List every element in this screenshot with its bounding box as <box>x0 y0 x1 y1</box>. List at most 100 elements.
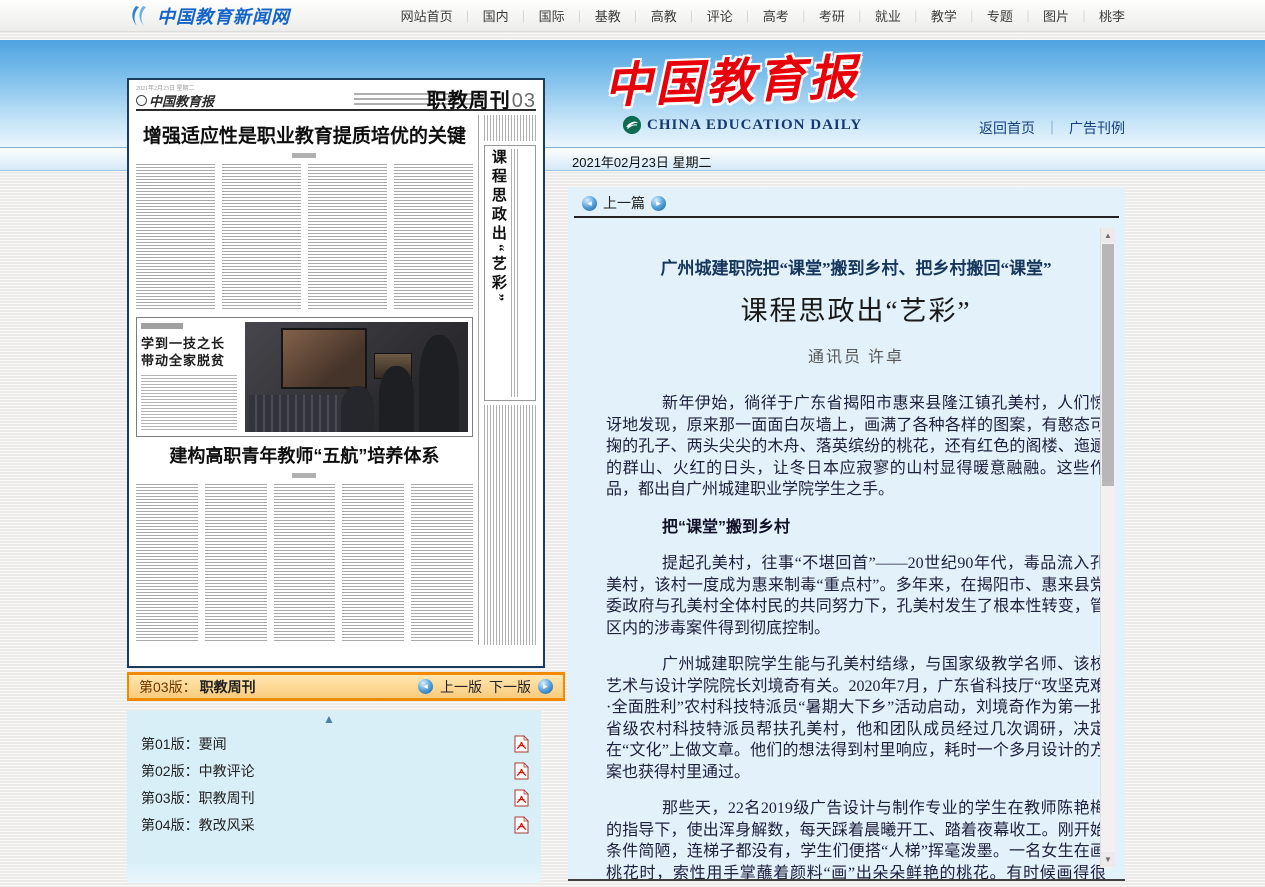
article-panel: 上一篇 广州城建职院把“课堂”搬到乡村、把乡村搬回“课堂” 课程思政出“艺彩” … <box>568 187 1125 881</box>
scrollbar-down-button[interactable] <box>1101 852 1115 867</box>
photo-figure <box>341 386 374 432</box>
paper-headline-1: 增强适应性是职业教育提质培优的关键 <box>136 121 473 148</box>
paper-masthead-row: 2021年2月23日 星期二 中国教育报 职教周刊03 <box>136 85 536 109</box>
nav-item[interactable]: 网站首页 <box>401 6 453 25</box>
paper-logo-icon <box>136 95 147 106</box>
list-item: 第02版：中教评论 <box>141 760 529 782</box>
text-lines <box>308 164 387 310</box>
article-toolbar: 上一篇 <box>582 193 666 213</box>
vertical-text-lines <box>511 149 520 397</box>
newspaper-page-image[interactable]: 2021年2月23日 星期二 中国教育报 职教周刊03 增强适应性是职业教育提质… <box>127 78 545 668</box>
current-page-bar: 第03版：职教周刊 上一版 下一版 <box>127 672 565 701</box>
page: 中国教育新闻网 网站首页 国内 国际 基教 高教 评论 高考 考研 就业 教学 … <box>0 0 1265 887</box>
prev-version-link[interactable]: 上一版 <box>440 677 482 697</box>
pages-list-panel: 第01版：要闻 第02版：中教评论 第03版：职教周刊 第 <box>127 711 541 883</box>
photo-figure <box>379 366 415 432</box>
paper-headline-2: 建构高职青年教师“五航”培养体系 <box>136 442 473 468</box>
nav-item[interactable]: 考研 <box>789 6 845 25</box>
site-logo-icon <box>128 5 152 27</box>
paper-feature-box: 学到一技之长 带动全家脱贫 <box>136 317 473 437</box>
scrollbar-up-button[interactable] <box>1101 228 1115 243</box>
prev-article-icon[interactable] <box>582 196 597 211</box>
text-lines <box>141 375 237 431</box>
photo-monitor <box>281 328 367 389</box>
article-paragraph: 广州城建职院学生能与孔美村结缘，与国家级教学名师、该校艺术与设计学院院长刘境奇有… <box>606 654 1106 783</box>
ads-link[interactable]: 广告刊例 <box>1069 118 1125 138</box>
brand-en-text: CHINA EDUCATION DAILY <box>647 117 862 134</box>
prev-article-link[interactable]: 上一篇 <box>603 193 645 213</box>
prev-version-icon[interactable] <box>418 679 433 694</box>
text-lines <box>411 484 473 642</box>
scrollbar-thumb[interactable] <box>1102 244 1114 486</box>
paper-text-columns <box>136 484 473 642</box>
nav-item[interactable]: 图片 <box>1013 6 1069 25</box>
site-logo[interactable]: 中国教育新闻网 <box>128 3 290 29</box>
pdf-icon[interactable] <box>514 816 529 834</box>
paper-columns: 增强适应性是职业教育提质培优的关键 学到一技之长 带动全家 <box>136 115 536 645</box>
text-lines <box>136 164 215 310</box>
nav-item[interactable]: 评论 <box>677 6 733 25</box>
next-version-icon[interactable] <box>538 679 553 694</box>
paper-text-columns <box>136 164 473 310</box>
home-link[interactable]: 返回首页 <box>979 118 1035 138</box>
nav-item[interactable]: 基教 <box>565 6 621 25</box>
nav-item[interactable]: 高教 <box>621 6 677 25</box>
pdf-icon[interactable] <box>514 735 529 753</box>
nav-item[interactable]: 高考 <box>733 6 789 25</box>
text-lines <box>274 484 336 642</box>
vertical-text-lines <box>484 405 536 645</box>
main-menu: 网站首页 国内 国际 基教 高教 评论 高考 考研 就业 教学 专题 图片 桃李 <box>401 0 1125 31</box>
paper-feature-title-line1: 学到一技之长 <box>141 336 225 351</box>
current-page-title: 职教周刊 <box>200 679 256 695</box>
article-text: 新年伊始，徜徉于广东省揭阳市惠来县隆江镇孔美村，人们惊讶地发现，原来那一面面白灰… <box>606 393 1106 879</box>
nav-item[interactable]: 就业 <box>845 6 901 25</box>
collapse-arrow-icon[interactable] <box>323 712 335 726</box>
scrollbar[interactable] <box>1100 228 1115 868</box>
text-lines <box>394 164 473 310</box>
page-link[interactable]: 第03版：职教周刊 <box>141 788 255 808</box>
nav-item[interactable]: 桃李 <box>1069 6 1125 25</box>
page-link[interactable]: 第01版：要闻 <box>141 734 227 754</box>
photo-figure <box>419 335 459 432</box>
paper-mini-masthead-text: 中国教育报 <box>149 91 214 110</box>
current-page-label: 第03版：职教周刊 <box>139 677 256 697</box>
paper-section-text: 职教周刊 <box>427 90 511 112</box>
brand-en-row: CHINA EDUCATION DAILY <box>622 115 862 135</box>
paper-feature-title: 学到一技之长 带动全家脱贫 <box>141 335 237 369</box>
news-photo <box>245 322 468 432</box>
list-item: 第03版：职教周刊 <box>141 787 529 809</box>
paper-feature-title-line2: 带动全家脱贫 <box>141 353 225 368</box>
top-nav-bar: 中国教育新闻网 网站首页 国内 国际 基教 高教 评论 高考 考研 就业 教学 … <box>0 0 1265 32</box>
paper-feature-tag <box>141 323 183 329</box>
article-paragraph: 新年伊始，徜徉于广东省揭阳市惠来县隆江镇孔美村，人们惊讶地发现，原来那一面面白灰… <box>606 393 1106 501</box>
nav-item[interactable]: 教学 <box>901 6 957 25</box>
text-lines <box>222 164 301 310</box>
paper-vertical-title-box: 课程思政出“艺彩” <box>484 145 536 401</box>
article-paragraph: 那些天，22名2019级广告设计与制作专业的学生在教师陈艳梅的指导下，使出浑身解… <box>606 798 1106 879</box>
text-lines <box>342 484 404 642</box>
text-lines <box>136 484 198 642</box>
list-item: 第04版：教改风采 <box>141 814 529 836</box>
page-link[interactable]: 第04版：教改风采 <box>141 815 255 835</box>
page-link[interactable]: 第02版：中教评论 <box>141 761 255 781</box>
nav-item[interactable]: 国内 <box>453 6 509 25</box>
pdf-icon[interactable] <box>514 789 529 807</box>
next-article-icon[interactable] <box>651 196 666 211</box>
paper-mini-masthead: 中国教育报 <box>136 91 214 110</box>
brand-cn-logo: 中国教育报 <box>603 38 860 117</box>
vertical-text-lines <box>484 115 536 141</box>
nav-item[interactable]: 专题 <box>957 6 1013 25</box>
paper-main-column: 增强适应性是职业教育提质培优的关键 学到一技之长 带动全家 <box>136 115 478 645</box>
paper-byline-1 <box>292 153 316 158</box>
newspaper-page-mock: 2021年2月23日 星期二 中国教育报 职教周刊03 增强适应性是职业教育提质… <box>129 80 543 666</box>
article-subheading: 把“课堂”搬到乡村 <box>606 517 1106 539</box>
divider <box>1035 118 1069 138</box>
paper-feature-text: 学到一技之长 带动全家脱贫 <box>137 318 241 436</box>
pdf-icon[interactable] <box>514 762 529 780</box>
paper-vertical-title: 课程思政出“艺彩” <box>488 149 508 397</box>
publish-date: 2021年02月23日 星期二 <box>572 152 711 171</box>
nav-item[interactable]: 国际 <box>509 6 565 25</box>
daily-logo-icon <box>622 115 642 135</box>
masthead-links: 返回首页 广告刊例 <box>979 118 1125 138</box>
next-version-link[interactable]: 下一版 <box>489 677 531 697</box>
